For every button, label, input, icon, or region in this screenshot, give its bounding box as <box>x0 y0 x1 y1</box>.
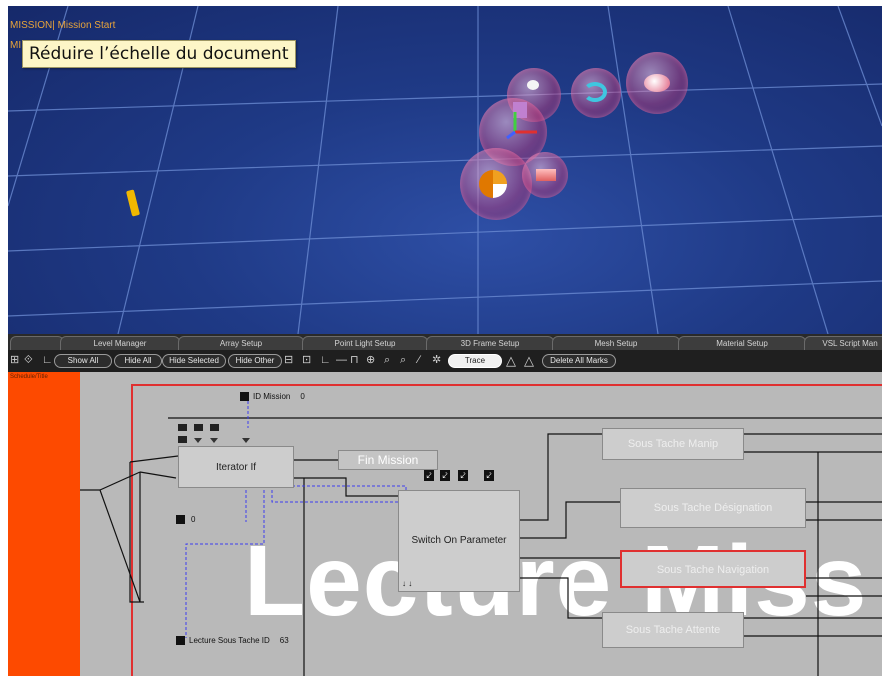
loop-object-icon <box>583 82 607 102</box>
hide-selected-button[interactable]: Hide Selected <box>162 354 226 368</box>
input-arrow-icon <box>242 438 250 443</box>
sphere-object <box>479 170 507 198</box>
tab-array-setup[interactable]: Array Setup <box>178 336 304 350</box>
tab-vsl-script-manager[interactable]: VSL Script Man <box>804 336 882 350</box>
tab-schematic[interactable] <box>10 336 64 350</box>
zoom-out-tooltip: Réduire l’échelle du document <box>22 40 296 68</box>
align-left-icon[interactable]: ⊟ <box>284 354 293 367</box>
tab-point-light-setup[interactable]: Point Light Setup <box>302 336 428 350</box>
app-window: MISSION| Mission Start MI Réduire l’éche… <box>0 0 882 676</box>
block-sous-tache-manip[interactable]: Sous Tache Manip <box>602 428 744 460</box>
show-all-button[interactable]: Show All <box>54 354 112 368</box>
param-id-mission-label: ID Mission <box>253 392 291 401</box>
trace-button[interactable]: Trace <box>448 354 502 368</box>
pipette-icon[interactable]: ∕ <box>418 354 420 367</box>
block-fin-mission[interactable]: Fin Mission <box>338 450 438 470</box>
corner-icon[interactable]: ∟ <box>320 354 331 367</box>
flag-object <box>536 169 556 181</box>
param-lecture-sous-tache[interactable]: Lecture Sous Tache ID 63 <box>176 636 289 646</box>
graph-icon[interactable]: ⊓ <box>350 354 359 367</box>
param-icon <box>240 392 249 402</box>
warning-icon[interactable]: △ <box>506 354 516 367</box>
block-iterator-if[interactable]: Iterator If <box>178 446 294 488</box>
input-arrow-icon <box>194 438 202 443</box>
star-icon[interactable]: ✲ <box>432 354 441 367</box>
block-sous-tache-attente[interactable]: Sous Tache Attente <box>602 612 744 648</box>
editor-tab-strip: Level Manager Array Setup Point Light Se… <box>8 334 882 350</box>
param-lecture-value: 63 <box>279 636 289 645</box>
param-icon <box>176 515 185 525</box>
schematic-toolbar: ⊞ ⟐ ∟ Show All Hide All Hide Selected Hi… <box>8 350 882 372</box>
switch-input-icon: ⤦ <box>424 470 434 481</box>
param-iterator[interactable]: 0 <box>176 515 196 525</box>
warning-all-icon[interactable]: △ <box>524 354 534 367</box>
switch-input-icon: ⤦ <box>484 470 494 481</box>
input-led <box>210 424 219 431</box>
input-led <box>178 424 187 431</box>
param-iterator-value: 0 <box>191 515 196 524</box>
block-sous-tache-navigation[interactable]: Sous Tache Navigation <box>620 550 806 588</box>
block-sous-tache-designation[interactable]: Sous Tache Désignation <box>620 488 806 528</box>
schematic-canvas[interactable]: Schedule/Title Lecture Miss ID Mission 0… <box>8 372 882 676</box>
hide-other-button[interactable]: Hide Other <box>228 354 282 368</box>
delete-all-marks-button[interactable]: Delete All Marks <box>542 354 616 368</box>
viewport-label-truncated: MI <box>10 40 22 51</box>
tab-material-setup[interactable]: Material Setup <box>678 336 806 350</box>
viewport-label-mission: MISSION| Mission Start <box>10 20 116 31</box>
zoom-out-icon[interactable]: ⌕ <box>400 354 406 367</box>
tab-mesh-setup[interactable]: Mesh Setup <box>552 336 680 350</box>
input-led <box>178 436 187 443</box>
elbow-icon[interactable]: ∟ <box>42 354 53 367</box>
switch-input-icon: ⤦ <box>440 470 450 481</box>
input-led <box>194 424 203 431</box>
grid-icon[interactable]: ⊞ <box>10 354 19 367</box>
hide-all-button[interactable]: Hide All <box>114 354 162 368</box>
input-arrow-icon <box>210 438 218 443</box>
switch-block-label: Switch On Parameter <box>411 535 507 546</box>
align-top-icon[interactable]: ⊡ <box>302 354 311 367</box>
zoom-in-icon[interactable]: ⌕ <box>384 354 390 367</box>
line-icon[interactable]: — <box>336 354 347 367</box>
param-id-mission[interactable]: ID Mission 0 <box>240 392 305 402</box>
link-icon[interactable]: ⟐ <box>24 354 33 367</box>
param-lecture-label: Lecture Sous Tache ID <box>189 636 270 645</box>
switch-input-icon: ⤦ <box>458 470 468 481</box>
block-switch-on-parameter[interactable]: Switch On Parameter <box>398 490 520 592</box>
target-icon[interactable]: ⊕ <box>366 354 375 367</box>
teapot-object <box>644 74 670 92</box>
axes-gizmo-icon <box>506 112 537 140</box>
small-white-object <box>527 80 539 90</box>
tab-level-manager[interactable]: Level Manager <box>60 336 180 350</box>
switch-outputs-marker: ↓ ↓ <box>402 579 413 588</box>
param-icon <box>176 636 185 646</box>
param-id-mission-value: 0 <box>300 392 305 401</box>
tab-3d-frame-setup[interactable]: 3D Frame Setup <box>426 336 554 350</box>
